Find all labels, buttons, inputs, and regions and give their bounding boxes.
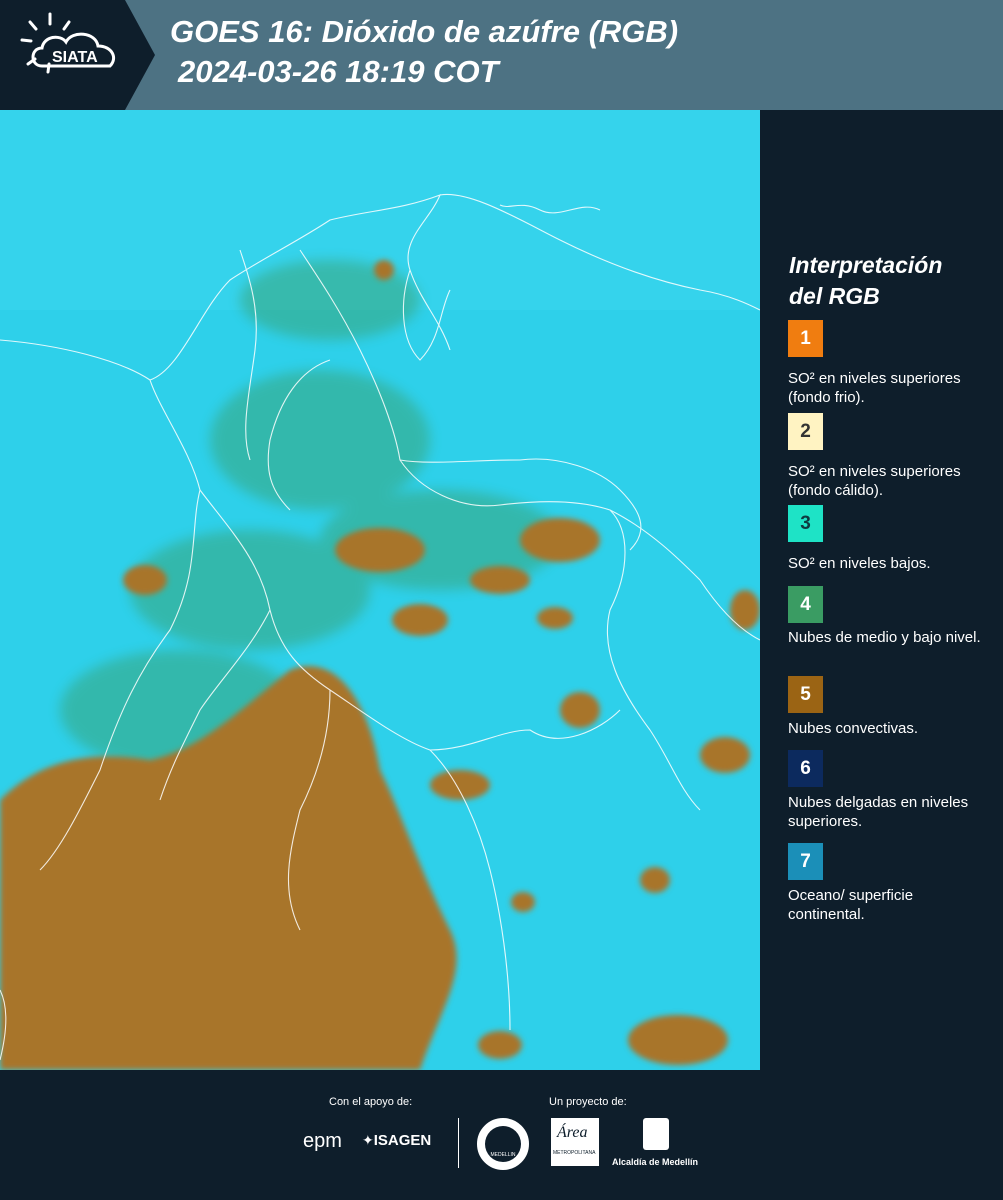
satellite-image — [0, 110, 760, 1070]
legend-title: Interpretación del RGB — [789, 250, 989, 312]
logo-panel: SIATA — [0, 0, 155, 110]
header-bar: SIATA GOES 16: Dióxido de azúfre (RGB) 2… — [0, 0, 1003, 110]
isagen-text: ISAGEN — [373, 1132, 432, 1149]
legend-text-3: SO² en niveles bajos. — [788, 555, 931, 572]
area-metropolitana-logo: Área METROPOLITANA — [551, 1118, 599, 1166]
isagen-logo: ✦ISAGEN — [362, 1132, 431, 1149]
legend-text-2: SO² en niveles superiores (fondo cálido)… — [788, 463, 961, 499]
legend-swatch-5: 5 — [788, 676, 823, 713]
legend-swatch-4: 4 — [788, 586, 823, 623]
legend-swatch-7: 7 — [788, 843, 823, 880]
area-logo-subtext: METROPOLITANA — [553, 1150, 596, 1156]
legend-swatch-6: 6 — [788, 750, 823, 787]
alcaldia-shield-icon — [643, 1118, 669, 1150]
seal-caption: MEDELLIN — [490, 1152, 516, 1158]
epm-logo: epm — [303, 1130, 342, 1152]
isagen-icon: ✦ — [362, 1132, 374, 1148]
page-title: GOES 16: Dióxido de azúfre (RGB) — [170, 14, 679, 49]
legend-swatch-1: 1 — [788, 320, 823, 357]
footer: Con el apoyo de: Un proyecto de: epm ✦IS… — [0, 1070, 1003, 1200]
legend-swatch-2: 2 — [788, 413, 823, 450]
legend-text-5: Nubes convectivas. — [788, 720, 919, 737]
legend-title-line1: Interpretación — [789, 252, 943, 278]
area-logo-text: Área — [557, 1124, 588, 1141]
legend-text-7: Oceano/ superficie continental. — [788, 887, 914, 923]
footer-divider — [458, 1118, 459, 1168]
legend-title-line2: del RGB — [789, 283, 880, 309]
alcaldia-logo-text: Alcaldía de Medellín — [612, 1157, 699, 1167]
logo-text: SIATA — [52, 49, 98, 66]
support-label: Con el apoyo de: — [329, 1096, 413, 1108]
rgb-composite-map — [0, 110, 760, 1070]
legend-text-1: SO² en niveles superiores (fondo frio). — [788, 370, 961, 406]
medellin-seal-logo: MEDELLIN — [477, 1118, 529, 1170]
project-label: Un proyecto de: — [549, 1096, 627, 1108]
legend-text-6: Nubes delgadas en niveles superiores. — [788, 794, 969, 830]
legend-text-4: Nubes de medio y bajo nivel. — [788, 629, 981, 646]
legend-swatch-3: 3 — [788, 505, 823, 542]
page-timestamp: 2024-03-26 18:19 COT — [178, 54, 499, 89]
